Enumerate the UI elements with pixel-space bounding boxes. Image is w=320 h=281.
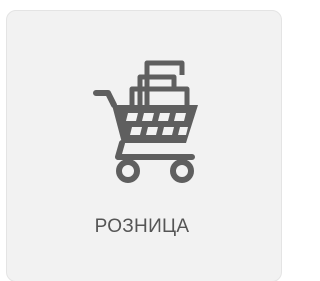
shopping-cart-icon xyxy=(93,60,198,183)
page: РОЗНИЦА xyxy=(0,0,282,281)
tile-label: РОЗНИЦА xyxy=(94,216,190,237)
retail-tile[interactable]: РОЗНИЦА xyxy=(6,10,282,281)
